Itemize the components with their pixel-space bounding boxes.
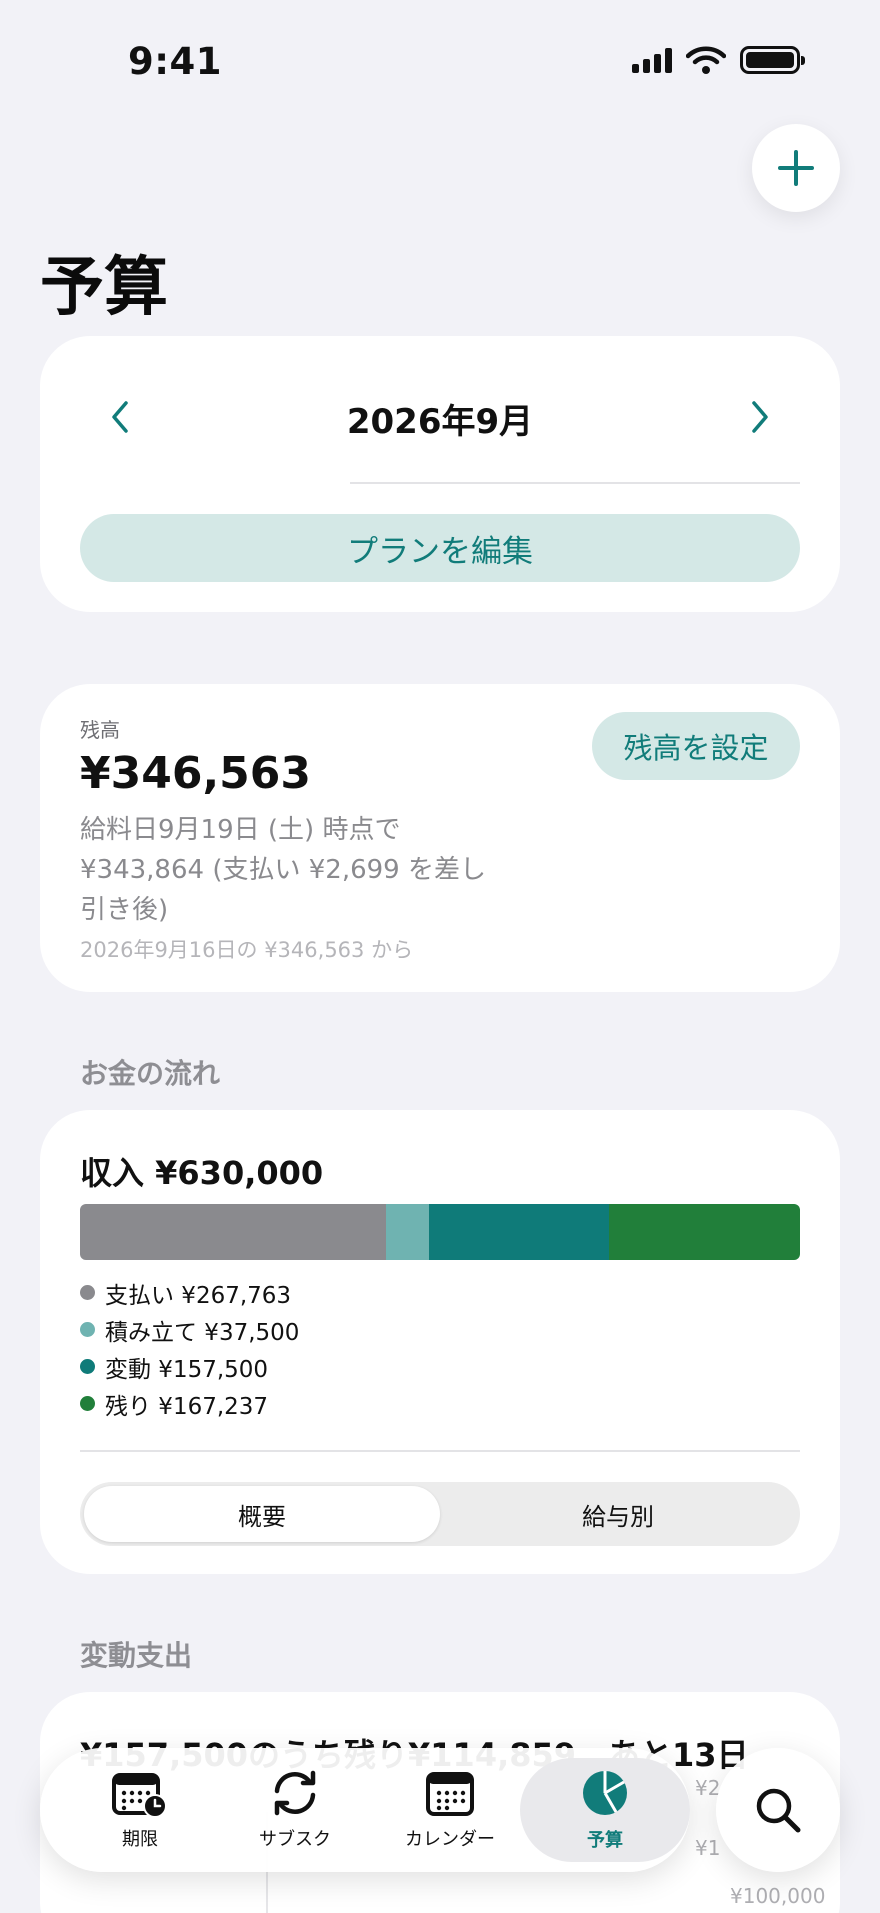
wifi-icon [686,46,726,74]
flow-bar-segment [386,1204,429,1260]
chevron-right-icon [752,401,768,433]
legend-dot [80,1359,95,1374]
legend-dot [80,1322,95,1337]
flow-view-segmented-control: 概要 給与別 [80,1482,800,1546]
segment-by-paycheck[interactable]: 給与別 [440,1486,796,1542]
axis-label: ¥100,000 [730,1884,826,1908]
legend-item: 変動 ¥157,500 [80,1348,299,1385]
set-balance-button[interactable]: 残高を設定 [592,712,800,780]
segment-overview[interactable]: 概要 [84,1486,440,1542]
flow-bar-segment [80,1204,386,1260]
legend-item: 積み立て ¥37,500 [80,1311,299,1348]
balance-from-text: 2026年9月16日の ¥346,563 から [80,938,414,962]
next-month-button[interactable] [740,392,780,442]
pie-chart-icon [583,1771,627,1815]
status-time: 9:41 [128,40,223,83]
tab-calendar-label: カレンダー [405,1829,495,1850]
flow-bar-segment [428,1204,609,1260]
tab-bar: 期限 サブスク カレンダー 予算 [40,1748,690,1872]
month-card: 2026年9月 プランを編集 [40,336,840,612]
flow-divider [80,1450,800,1452]
legend-label: 積み立て ¥37,500 [105,1319,300,1346]
legend-label: 支払い ¥267,763 [105,1282,292,1309]
money-flow-card: 収入 ¥630,000 支払い ¥267,763 積み立て ¥37,500 変動 ¥… [40,1110,840,1574]
legend-item: 支払い ¥267,763 [80,1274,299,1311]
flow-section-title: お金の流れ [80,1057,221,1090]
tab-subscriptions-label: サブスク [259,1829,331,1850]
search-icon [756,1788,801,1833]
refresh-icon [274,1770,316,1816]
status-icons [632,46,805,74]
legend-item: 残り ¥167,237 [80,1385,299,1422]
balance-card: 残高 ¥346,563 給料日9月19日 (土) 時点で ¥343,864 (支… [40,684,840,992]
flow-legend: 支払い ¥267,763 積み立て ¥37,500 変動 ¥157,500 残り ¥1… [80,1274,299,1422]
plus-icon [778,150,814,186]
legend-label: 変動 ¥157,500 [105,1356,269,1383]
axis-label: ¥1 [695,1836,721,1860]
tab-deadlines[interactable]: 期限 [65,1758,215,1862]
tab-subscriptions[interactable]: サブスク [220,1758,370,1862]
edit-plan-button[interactable]: プランを編集 [80,514,800,582]
flow-bar-segment [608,1204,800,1260]
calendar-clock-icon [112,1773,167,1817]
legend-dot [80,1285,95,1300]
legend-label: 残り ¥167,237 [105,1393,269,1420]
legend-dot [80,1396,95,1411]
tab-budget[interactable]: 予算 [520,1758,690,1862]
tab-calendar[interactable]: カレンダー [375,1758,525,1862]
balance-description: 給料日9月19日 (土) 時点で ¥343,864 (支払い ¥2,699 を差… [80,815,486,925]
search-button[interactable] [716,1748,840,1872]
battery-icon [740,46,805,74]
month-divider [350,482,800,484]
tab-deadlines-label: 期限 [122,1829,158,1850]
calendar-icon [426,1772,474,1816]
income-total: 収入 ¥630,000 [80,1154,324,1192]
page-title: 予算 [40,251,168,325]
flow-stacked-bar [80,1204,800,1260]
tab-budget-label: 予算 [587,1830,623,1851]
add-button[interactable] [752,124,840,212]
cellular-signal-icon [632,47,672,73]
variable-section-title: 変動支出 [80,1639,193,1672]
balance-label: 残高 [80,718,120,742]
balance-amount: ¥346,563 [80,748,312,799]
month-label: 2026年9月 [346,402,534,442]
